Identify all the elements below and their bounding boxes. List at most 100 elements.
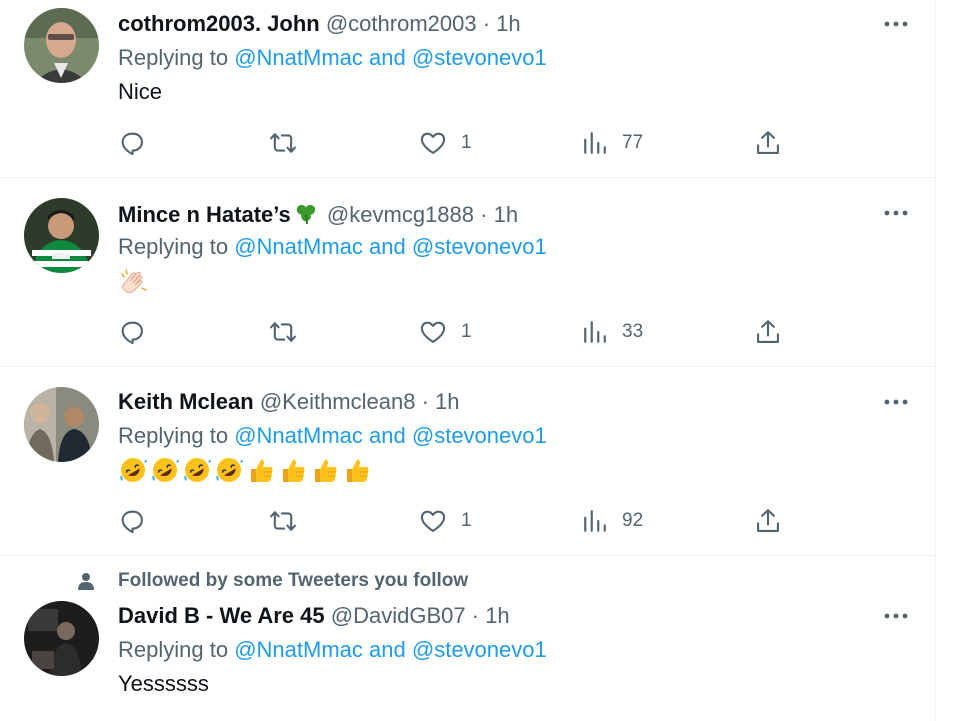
like-button[interactable]: 1 [419, 317, 472, 347]
rofl-icon [152, 458, 179, 482]
replying-to: Replying to @NnatMmac and @stevonevo1 [118, 423, 547, 449]
retweet-button[interactable] [268, 317, 298, 347]
replying-to: Replying to @NnatMmac and @stevonevo1 [118, 45, 547, 71]
retweet-icon [270, 133, 296, 153]
share-button[interactable] [754, 128, 782, 158]
tweet-text [118, 266, 150, 304]
tweet-header: David B - We Are 45 @DavidGB07 · 1h [118, 603, 510, 629]
scrollbar-track[interactable] [936, 0, 965, 721]
tweet-actions: 1 92 [118, 506, 798, 536]
more-options-button[interactable] [882, 201, 910, 225]
shamrock-icon [296, 204, 316, 224]
more-icon [884, 210, 908, 216]
mention-link[interactable]: @stevonevo1 [412, 637, 547, 662]
avatar[interactable] [24, 8, 99, 83]
replying-prefix: Replying to [118, 45, 229, 70]
tweet-actions: 1 33 [118, 317, 798, 347]
mention-and: and [369, 45, 406, 70]
mention-link[interactable]: @NnatMmac [234, 45, 363, 70]
replying-prefix: Replying to [118, 234, 229, 259]
reply-icon [121, 132, 143, 156]
like-button[interactable]: 1 [419, 506, 472, 536]
like-count: 1 [461, 132, 472, 153]
retweet-button[interactable] [268, 128, 298, 158]
user-handle[interactable]: @cothrom2003 [326, 11, 477, 36]
reply-button[interactable] [118, 317, 146, 347]
mention-link[interactable]: @NnatMmac [234, 637, 363, 662]
reply-icon [121, 321, 143, 345]
share-button[interactable] [754, 506, 782, 536]
separator-dot: · [471, 603, 480, 628]
display-name[interactable]: David B - We Are 45 [118, 603, 325, 628]
retweet-button[interactable] [268, 506, 298, 536]
tweet-text [118, 455, 372, 485]
tweet-header: Keith Mclean @Keithmclean8 · 1h [118, 389, 460, 415]
social-context: Followed by some Tweeters you follow [76, 570, 468, 592]
replying-prefix: Replying to [118, 423, 229, 448]
heart-icon [420, 132, 446, 154]
thumbs-up-icon [251, 459, 273, 482]
mention-and: and [369, 637, 406, 662]
like-count: 1 [461, 321, 472, 342]
reply-feed: cothrom2003. John @cothrom2003 · 1h Repl… [0, 0, 936, 721]
like-button[interactable]: 1 [419, 128, 472, 158]
rofl-icon [216, 458, 243, 482]
avatar[interactable] [24, 601, 99, 676]
mention-link[interactable]: @stevonevo1 [412, 234, 547, 259]
mention-link[interactable]: @stevonevo1 [412, 423, 547, 448]
tweet[interactable]: cothrom2003. John @cothrom2003 · 1h Repl… [0, 0, 935, 178]
user-handle[interactable]: @kevmcg1888 [327, 202, 474, 227]
share-icon [757, 509, 779, 532]
display-name[interactable]: Keith Mclean [118, 389, 254, 414]
timestamp[interactable]: 1h [496, 11, 520, 36]
tweet-text: Nice [118, 79, 163, 104]
rofl-icon [184, 458, 211, 482]
views-button[interactable]: 77 [582, 128, 643, 158]
view-count: 92 [622, 510, 644, 531]
more-icon [884, 21, 908, 27]
mention-and: and [369, 234, 406, 259]
tweet[interactable]: Mince n Hatate’s @kevmcg1888 · 1h Replyi… [0, 178, 935, 367]
mention-and: and [369, 423, 406, 448]
retweet-icon [270, 322, 296, 342]
tweet[interactable]: Followed by some Tweeters you follow Dav… [0, 556, 935, 721]
mention-link[interactable]: @NnatMmac [234, 423, 363, 448]
display-name[interactable]: cothrom2003. John [118, 11, 320, 36]
timestamp[interactable]: 1h [494, 202, 518, 227]
like-count: 1 [461, 510, 472, 531]
views-icon [584, 132, 606, 154]
view-count: 33 [622, 321, 644, 342]
views-icon [584, 510, 606, 532]
timestamp[interactable]: 1h [485, 603, 509, 628]
reply-icon [121, 510, 143, 534]
more-icon [884, 399, 908, 405]
tweet-text: Yessssss [118, 671, 209, 696]
retweet-icon [270, 511, 296, 531]
rofl-icon [120, 458, 147, 482]
separator-dot: · [480, 202, 488, 227]
mention-link[interactable]: @NnatMmac [234, 234, 363, 259]
share-icon [757, 131, 779, 154]
more-options-button[interactable] [882, 604, 910, 628]
tweet-header: cothrom2003. John @cothrom2003 · 1h [118, 11, 521, 37]
user-handle[interactable]: @Keithmclean8 [260, 389, 416, 414]
display-name[interactable]: Mince n Hatate’s [118, 202, 291, 227]
views-button[interactable]: 92 [582, 506, 643, 536]
replying-to: Replying to @NnatMmac and @stevonevo1 [118, 637, 547, 663]
person-icon [78, 573, 94, 590]
share-button[interactable] [754, 317, 782, 347]
views-button[interactable]: 33 [582, 317, 643, 347]
reply-button[interactable] [118, 506, 146, 536]
mention-link[interactable]: @stevonevo1 [412, 45, 547, 70]
avatar[interactable] [24, 387, 99, 462]
more-options-button[interactable] [882, 390, 910, 414]
user-handle[interactable]: @DavidGB07 [331, 603, 466, 628]
share-icon [757, 320, 779, 343]
more-options-button[interactable] [882, 12, 910, 36]
clapping-hands-icon [121, 269, 147, 293]
avatar[interactable] [24, 198, 99, 273]
reply-button[interactable] [118, 128, 146, 158]
tweet[interactable]: Keith Mclean @Keithmclean8 · 1h Replying… [0, 367, 935, 556]
timestamp[interactable]: 1h [435, 389, 459, 414]
more-icon [884, 613, 908, 619]
